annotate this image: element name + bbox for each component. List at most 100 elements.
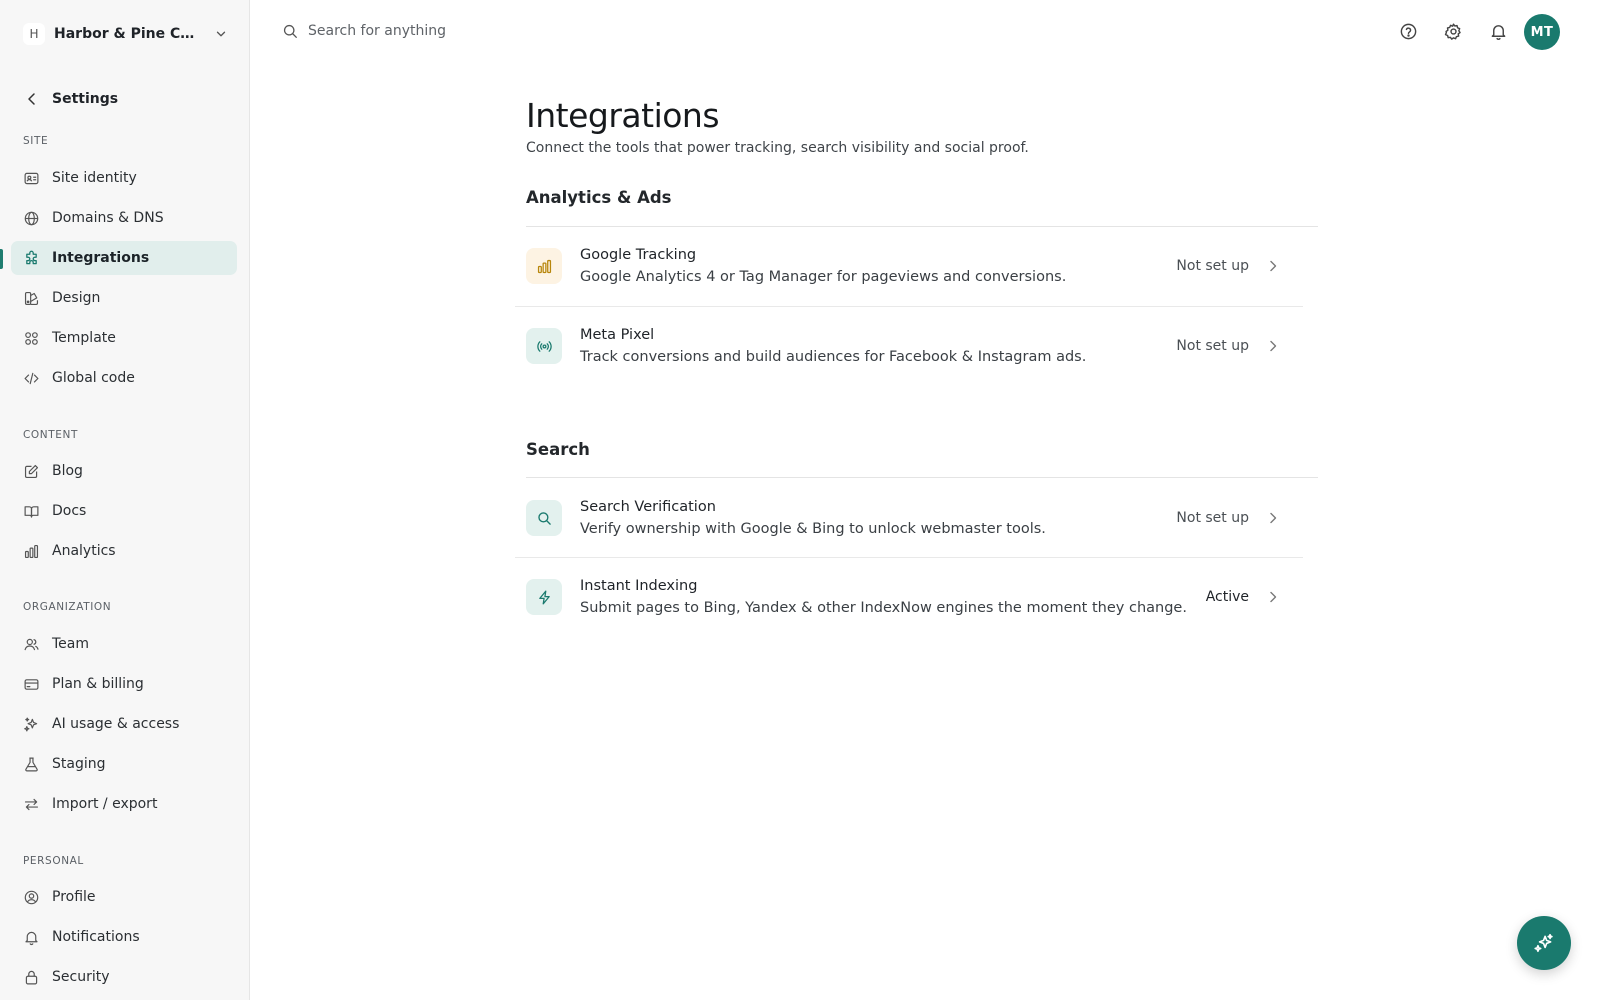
sidebar-item-label: Notifications: [52, 929, 140, 945]
sidebar-item-integrations[interactable]: Integrations: [11, 241, 237, 275]
integration-name: Instant Indexing: [580, 578, 698, 594]
integration-row-search-verification[interactable]: Search Verification Verify ownership wit…: [515, 479, 1303, 557]
active-indicator: [0, 249, 3, 269]
bar-chart-icon: [526, 248, 562, 284]
integration-row-google-tracking[interactable]: Google Tracking Google Analytics 4 or Ta…: [515, 227, 1303, 305]
sparkles-icon: [1534, 933, 1553, 953]
integration-description: Google Analytics 4 or Tag Manager for pa…: [580, 269, 1067, 285]
integration-row-meta-pixel[interactable]: Meta Pixel Track conversions and build a…: [515, 307, 1303, 385]
sidebar-item-ai-usage[interactable]: AI usage & access: [11, 707, 237, 741]
search-icon: [283, 24, 297, 38]
pencil-icon: [24, 464, 39, 478]
sidebar-item-template[interactable]: Template: [11, 321, 237, 355]
group-title-search: Search: [526, 440, 590, 459]
palette-icon: [24, 291, 39, 305]
chevron-right-icon: [1270, 340, 1277, 352]
integration-name: Meta Pixel: [580, 327, 655, 343]
sidebar-item-label: Global code: [52, 370, 135, 386]
lightning-icon: [526, 579, 562, 615]
back-to-settings-link[interactable]: Settings: [12, 84, 238, 114]
sidebar-item-label: Docs: [52, 503, 87, 519]
group-title-analytics-ads: Analytics & Ads: [526, 188, 672, 207]
chevron-right-icon: [1270, 260, 1277, 272]
book-icon: [24, 505, 39, 518]
integration-description: Track conversions and build audiences fo…: [580, 349, 1087, 365]
sidebar-item-label: Profile: [52, 889, 96, 905]
puzzle-icon: [26, 250, 37, 264]
chevron-down-icon: [216, 31, 226, 37]
sidebar-item-label: Design: [52, 290, 101, 306]
sidebar-item-profile[interactable]: Profile: [11, 880, 237, 914]
sidebar-item-team[interactable]: Team: [11, 627, 237, 661]
search-input[interactable]: [308, 23, 608, 39]
sidebar-item-label: Site identity: [52, 170, 137, 186]
sidebar-item-security[interactable]: Security: [11, 960, 237, 994]
sidebar-item-label: Analytics: [52, 543, 116, 559]
notifications-button[interactable]: [1486, 19, 1510, 43]
sidebar-item-site-identity[interactable]: Site identity: [11, 161, 237, 195]
integration-description: Submit pages to Bing, Yandex & other Ind…: [580, 600, 1187, 616]
code-icon: [24, 372, 39, 384]
divider: [526, 477, 1318, 478]
workspace-name: Harbor & Pine Coffee Co.: [54, 26, 202, 42]
sidebar-item-label: Staging: [52, 756, 106, 772]
status-badge: Not set up: [1176, 258, 1249, 274]
sparkles-icon: [24, 717, 38, 731]
sidebar-item-domains-dns[interactable]: Domains & DNS: [11, 201, 237, 235]
sidebar-item-label: Plan & billing: [52, 676, 144, 692]
section-label-personal: PERSONAL: [23, 855, 84, 867]
settings-button[interactable]: [1441, 19, 1465, 43]
settings-title: Settings: [52, 91, 119, 107]
sidebar-item-label: Integrations: [52, 250, 150, 266]
ai-assistant-button[interactable]: [1517, 916, 1571, 970]
broadcast-icon: [526, 328, 562, 364]
sidebar-item-import-export[interactable]: Import / export: [11, 787, 237, 821]
section-label-site: SITE: [23, 135, 49, 147]
sidebar-item-label: Import / export: [52, 796, 158, 812]
users-icon: [24, 638, 39, 650]
section-label-organization: ORGANIZATION: [23, 601, 112, 613]
sidebar-item-notifications[interactable]: Notifications: [11, 920, 237, 954]
sidebar-item-global-code[interactable]: Global code: [11, 361, 237, 395]
sidebar-item-label: AI usage & access: [52, 716, 180, 732]
grid-icon: [25, 331, 38, 345]
sidebar-item-label: Security: [52, 969, 110, 985]
sidebar-item-staging[interactable]: Staging: [11, 747, 237, 781]
lock-icon: [25, 970, 38, 984]
workspace-avatar: H: [23, 23, 45, 45]
chevron-left-icon: [28, 93, 35, 105]
arrows-icon: [24, 798, 39, 810]
user-avatar[interactable]: MT: [1524, 14, 1560, 50]
gear-icon: [1444, 22, 1461, 40]
search-icon: [526, 500, 562, 536]
sidebar-item-analytics[interactable]: Analytics: [11, 534, 237, 568]
integration-row-instant-indexing[interactable]: Instant Indexing Submit pages to Bing, Y…: [515, 558, 1303, 636]
workspace-switcher[interactable]: H Harbor & Pine Coffee Co.: [12, 18, 238, 50]
chevron-right-icon: [1270, 512, 1277, 524]
page-subtitle: Connect the tools that power tracking, s…: [526, 140, 1029, 156]
integration-description: Verify ownership with Google & Bing to u…: [580, 521, 1046, 537]
user-circle-icon: [24, 890, 39, 904]
settings-sidebar: H Harbor & Pine Coffee Co. Settings SITE…: [0, 0, 250, 1000]
bell-icon: [25, 931, 38, 945]
help-button[interactable]: [1396, 19, 1420, 43]
bar-chart-icon: [24, 544, 39, 558]
sidebar-item-plan-billing[interactable]: Plan & billing: [11, 667, 237, 701]
sidebar-item-label: Domains & DNS: [52, 210, 164, 226]
integration-name: Search Verification: [580, 499, 716, 515]
sidebar-item-docs[interactable]: Docs: [11, 494, 237, 528]
status-badge: Active: [1205, 589, 1249, 605]
chevron-right-icon: [1270, 591, 1277, 603]
bell-icon: [1491, 24, 1505, 40]
sidebar-item-label: Blog: [52, 463, 83, 479]
sidebar-item-design[interactable]: Design: [11, 281, 237, 315]
section-label-content: CONTENT: [23, 429, 78, 441]
globe-icon: [24, 211, 39, 225]
page-title: Integrations: [526, 96, 720, 135]
status-badge: Not set up: [1176, 510, 1249, 526]
global-search[interactable]: [282, 16, 608, 46]
sidebar-item-blog[interactable]: Blog: [11, 454, 237, 488]
sidebar-item-label: Template: [52, 330, 116, 346]
id-card-icon: [24, 172, 39, 184]
flask-icon: [25, 757, 38, 771]
